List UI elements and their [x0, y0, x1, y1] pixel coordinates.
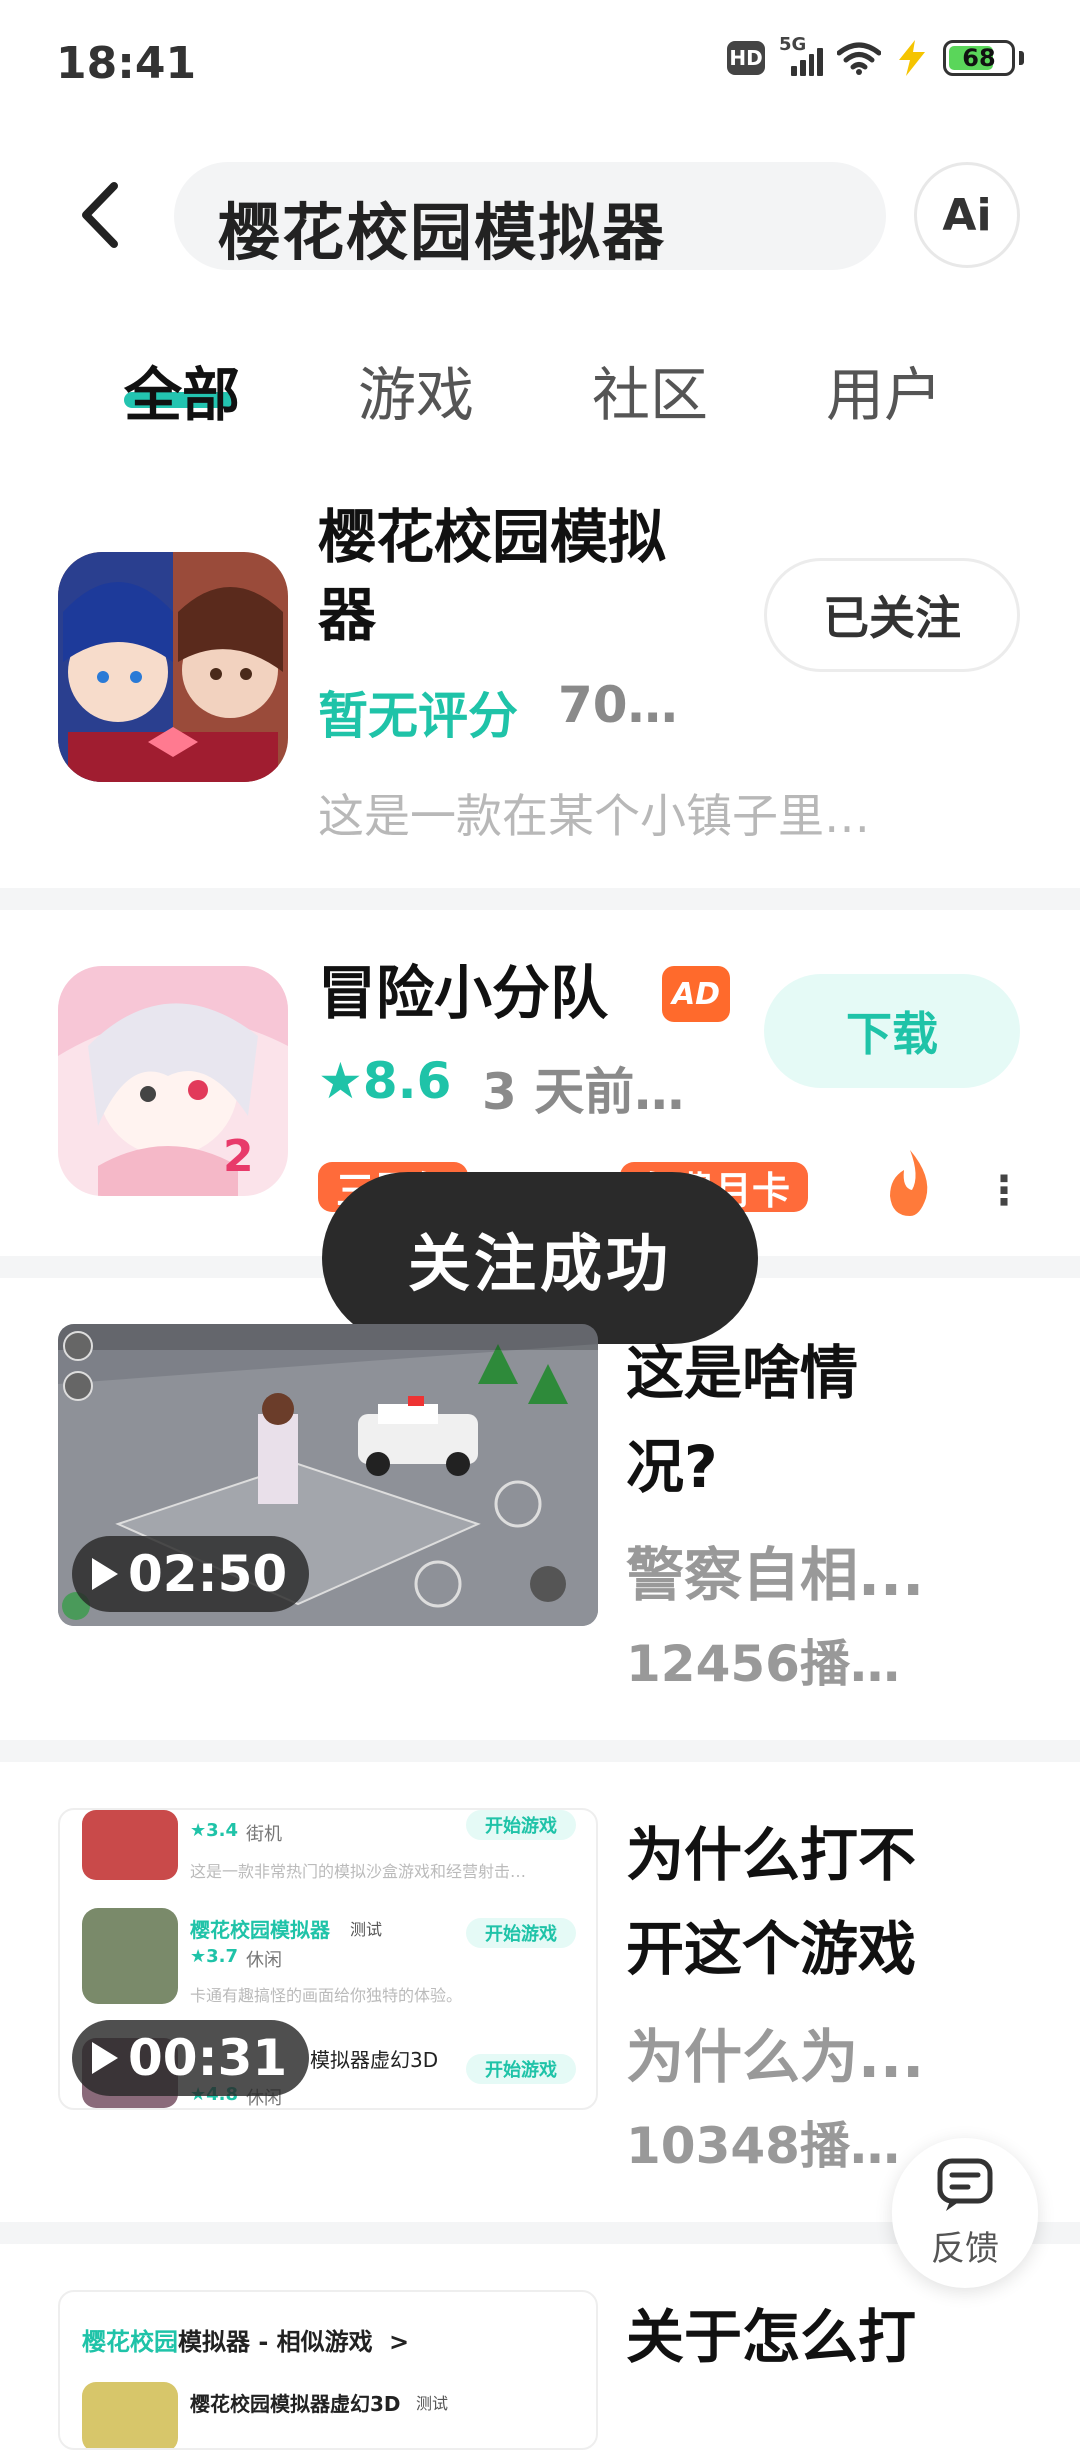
wifi-icon	[837, 42, 881, 75]
charging-icon	[899, 40, 925, 76]
game-title[interactable]: 樱花校园模拟 器	[318, 498, 666, 654]
video-play-count: 10348播…	[626, 2117, 900, 2175]
search-query-text[interactable]: 樱花校园模拟器	[218, 182, 666, 272]
thumb-row-tag: 休闲	[246, 1950, 282, 1971]
fire-icon	[890, 1150, 928, 1216]
network-type: 5G	[779, 34, 807, 55]
video-subtitle: 警察自相...	[626, 1541, 925, 1609]
thumb-game-icon	[82, 2382, 178, 2448]
thumb-row-badge: 测试	[416, 2394, 449, 2413]
status-icons: HD 5G 68	[727, 34, 1024, 76]
thumb-row-rating: ★3.7	[190, 1946, 239, 1967]
status-time: 18:41	[56, 38, 197, 89]
thumb-row-tag: 街机	[246, 1824, 282, 1845]
follow-button[interactable]: 已关注	[764, 558, 1020, 672]
hd-icon: HD	[727, 41, 765, 75]
video-title-line2: 开这个游戏	[626, 1915, 917, 1983]
video-duration: 00:31	[128, 2029, 288, 2087]
thumb-start-button: 开始游戏	[466, 2054, 576, 2084]
ad-game-rating: ★8.6	[318, 1052, 452, 1110]
more-options-icon[interactable]: ⋮	[984, 1168, 1024, 1214]
video-title-line2: 况?	[626, 1433, 718, 1501]
thumb-row-name: 模拟器虚幻3D	[310, 2048, 439, 2072]
video-play-count: 12456播…	[626, 1635, 900, 1693]
video-title-line1: 为什么打不	[626, 1821, 917, 1889]
thumb-row-badge: 测试	[350, 1920, 383, 1939]
ad-game-title[interactable]: 冒险小分队	[318, 954, 608, 1032]
video-duration-badge: 02:50	[72, 1536, 310, 1612]
tab-community[interactable]: 社区	[592, 348, 708, 432]
ad-badge: AD	[662, 966, 730, 1022]
toast-message: 关注成功	[322, 1172, 758, 1344]
feedback-icon	[937, 2158, 993, 2211]
battery-icon: 68	[943, 40, 1015, 76]
section-divider	[0, 888, 1080, 910]
thumb-row-rating: ★3.4	[190, 1820, 239, 1841]
download-button[interactable]: 下载	[764, 974, 1020, 1088]
ad-game-meta: 3 天前…	[482, 1063, 685, 1121]
video-subtitle: 为什么为...	[626, 2023, 925, 2091]
section-divider	[0, 1740, 1080, 1762]
tab-users[interactable]: 用户	[826, 348, 942, 432]
ai-assistant-button[interactable]: Ai	[914, 162, 1020, 268]
video-title[interactable]: 为什么打不 开这个游戏	[626, 1808, 916, 1996]
video-duration-badge: 00:31	[72, 2020, 310, 2096]
thumb-row-desc: 卡通有趣搞怪的画面给你独特的体验。	[190, 1986, 463, 2005]
game-icon-adventure[interactable]: 2	[58, 966, 288, 1196]
video-title[interactable]: 这是啥情 况?	[626, 1326, 858, 1514]
thumb-header: 樱花校园模拟器 - 相似游戏 >	[82, 2322, 409, 2357]
thumb-row-name: 樱花校园模拟器	[190, 1918, 330, 1942]
game-description: 这是一款在某个小镇子里…	[318, 789, 870, 843]
thumb-game-icon	[82, 1908, 178, 2004]
game-meta: 70…	[558, 676, 678, 734]
thumb-row-name: 樱花校园模拟器虚幻3D	[190, 2392, 401, 2416]
chevron-right-icon: >	[389, 2328, 410, 2356]
feedback-label: 反馈	[931, 2228, 999, 2269]
video-title-line1: 这是啥情	[626, 1339, 859, 1407]
thumb-header-text: 模拟器 - 相似游戏	[178, 2328, 373, 2356]
video-duration: 02:50	[128, 1545, 288, 1603]
back-arrow-icon[interactable]	[70, 180, 130, 250]
svg-text:2: 2	[223, 1131, 254, 1182]
feedback-button[interactable]: 反馈	[892, 2138, 1038, 2288]
thumb-row-desc: 这是一款非常热门的模拟沙盒游戏和经营射击…	[190, 1862, 527, 1881]
signal-icon: 5G	[779, 34, 823, 76]
game-title-line1: 樱花校园模拟	[318, 503, 667, 571]
play-icon	[92, 2042, 118, 2074]
game-title-line2: 器	[318, 581, 377, 649]
thumb-game-icon	[82, 1810, 178, 1880]
game-icon-sakura[interactable]	[58, 552, 288, 782]
video-thumbnail-3[interactable]: 樱花校园模拟器 - 相似游戏 > 樱花校园模拟器虚幻3D 测试	[58, 2290, 598, 2450]
battery-level: 68	[962, 44, 996, 72]
thumb-start-button: 开始游戏	[466, 1810, 576, 1840]
tab-all[interactable]: 全部	[124, 348, 240, 432]
battery-tip	[1019, 51, 1024, 65]
game-rating: 暂无评分	[318, 687, 518, 745]
play-icon	[92, 1558, 118, 1590]
video-title[interactable]: 关于怎么打	[626, 2290, 916, 2384]
thumb-start-button: 开始游戏	[466, 1918, 576, 1948]
tab-games[interactable]: 游戏	[358, 348, 474, 432]
thumb-header-highlight: 樱花校园	[82, 2328, 178, 2356]
